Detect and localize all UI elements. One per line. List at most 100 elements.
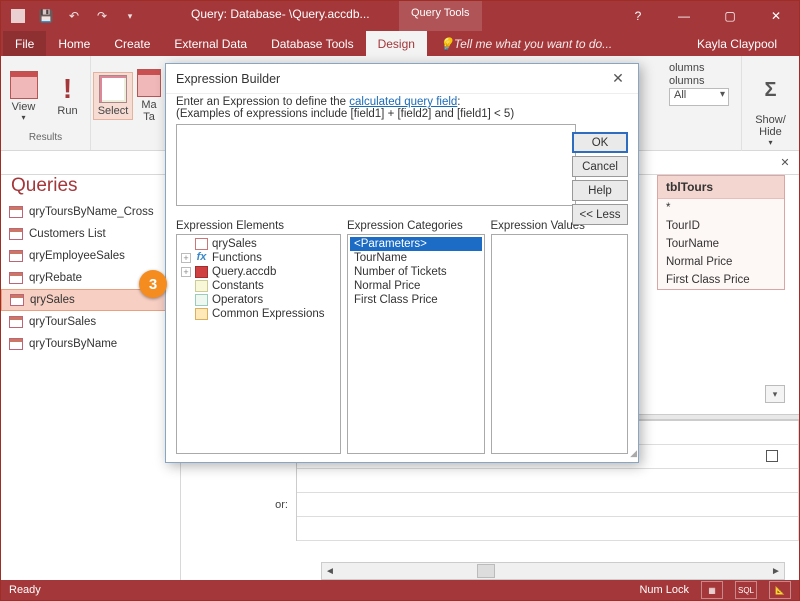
tree-constants[interactable]: Constants: [179, 279, 338, 293]
tree-functions[interactable]: +fxFunctions: [179, 251, 338, 265]
field-normal-price[interactable]: Normal Price: [658, 253, 784, 271]
expression-elements-tree[interactable]: qrySales +fxFunctions +Query.accdb Const…: [176, 234, 341, 454]
tab-create[interactable]: Create: [102, 31, 162, 56]
category-parameters[interactable]: <Parameters>: [350, 237, 482, 251]
expression-values-list[interactable]: [491, 234, 629, 454]
return-selector[interactable]: All: [669, 88, 729, 106]
view-design-icon[interactable]: 📐: [769, 581, 791, 599]
common-icon: [195, 308, 208, 320]
minimize-button[interactable]: ―: [661, 1, 707, 31]
dialog-title-bar[interactable]: Expression Builder ✕: [166, 64, 638, 94]
resize-grip-icon[interactable]: ◢: [630, 448, 635, 459]
elements-label: Expression Elements: [176, 220, 341, 232]
columns-stack: olumns olumns All: [669, 62, 729, 106]
operators-icon: [195, 294, 208, 306]
tab-home[interactable]: Home: [46, 31, 102, 56]
table-tbltours[interactable]: tblTours * TourID TourName Normal Price …: [657, 175, 785, 290]
dialog-close-button[interactable]: ✕: [608, 70, 628, 87]
show-hide-button[interactable]: Show/ Hide▾: [751, 114, 791, 147]
horizontal-scrollbar[interactable]: ◄►: [321, 562, 785, 580]
nav-header[interactable]: Queries: [1, 175, 180, 201]
nav-item-qrytoursales[interactable]: qryTourSales: [1, 311, 180, 333]
field-star[interactable]: *: [658, 199, 784, 217]
category-normal-price[interactable]: Normal Price: [350, 279, 482, 293]
dialog-intro: Enter an Expression to define the calcul…: [176, 96, 628, 108]
status-numlock: Num Lock: [639, 584, 689, 596]
return-value: All: [674, 89, 686, 101]
category-tourname[interactable]: TourName: [350, 251, 482, 265]
tree-operators[interactable]: Operators: [179, 293, 338, 307]
expand-icon[interactable]: +: [181, 267, 191, 277]
or-label: or:: [205, 493, 297, 517]
expression-builder-dialog: Expression Builder ✕ Enter an Expression…: [165, 63, 639, 463]
view-sql-icon[interactable]: SQL: [735, 581, 757, 599]
help-button[interactable]: Help: [572, 180, 628, 201]
field-first-class-price[interactable]: First Class Price: [658, 271, 784, 289]
query-icon: [10, 294, 24, 306]
restore-button[interactable]: ▢: [707, 1, 753, 31]
cancel-button[interactable]: Cancel: [572, 156, 628, 177]
make-table-button[interactable]: MaTa: [137, 69, 161, 123]
select-label: Select: [98, 105, 129, 117]
nav-item-qryemployeesales[interactable]: qryEmployeeSales: [1, 245, 180, 267]
field-tourid[interactable]: TourID: [658, 217, 784, 235]
run-label: Run: [57, 105, 77, 117]
sigma-icon: Σ: [757, 76, 785, 104]
contextual-tab-label: Query Tools: [399, 1, 482, 31]
tab-file[interactable]: File: [3, 31, 46, 56]
grid-cell[interactable]: [297, 517, 799, 541]
expression-input[interactable]: [176, 124, 576, 206]
run-button[interactable]: !Run: [48, 75, 88, 117]
table-header: tblTours: [658, 176, 784, 199]
expand-icon[interactable]: +: [181, 253, 191, 263]
nav-item-customers-list[interactable]: Customers List: [1, 223, 180, 245]
user-name[interactable]: Kayla Claypool: [685, 31, 789, 56]
tell-me-search[interactable]: 💡 Tell me what you want to do...: [427, 31, 624, 56]
undo-icon[interactable]: ↶: [63, 5, 85, 27]
category-first-class-price[interactable]: First Class Price: [350, 293, 482, 307]
redo-icon[interactable]: ↷: [91, 5, 113, 27]
ok-button[interactable]: OK: [572, 132, 628, 153]
category-number-of-tickets[interactable]: Number of Tickets: [350, 265, 482, 279]
tree-common-expressions[interactable]: Common Expressions: [179, 307, 338, 321]
tell-me-label: Tell me what you want to do...: [454, 37, 612, 51]
query-icon: [195, 238, 208, 250]
constants-icon: [195, 280, 208, 292]
tree-database[interactable]: +Query.accdb: [179, 265, 338, 279]
close-document-button[interactable]: ✕: [777, 155, 793, 171]
expression-categories-list[interactable]: <Parameters> TourName Number of Tickets …: [347, 234, 485, 454]
view-label: View: [12, 101, 36, 113]
navigation-pane: Queries qryToursByName_Cross Customers L…: [1, 175, 181, 580]
combobox-dropdown-icon[interactable]: ▾: [765, 385, 785, 403]
insert-columns[interactable]: olumns: [669, 62, 729, 74]
qat-dropdown-icon[interactable]: ▾: [119, 5, 141, 27]
query-icon: [9, 206, 23, 218]
grid-cell[interactable]: [297, 493, 799, 517]
query-icon: [9, 316, 23, 328]
tab-external-data[interactable]: External Data: [162, 31, 259, 56]
select-query-button[interactable]: Select: [93, 72, 133, 120]
save-icon[interactable]: 💾: [35, 5, 57, 27]
title-bar: 💾 ↶ ↷ ▾ Query: Database- \Query.accdb...…: [1, 1, 799, 31]
show-checkbox[interactable]: [766, 450, 778, 462]
nav-item-qrytoursbyname[interactable]: qryToursByName: [1, 333, 180, 355]
grid-cell[interactable]: [297, 469, 799, 493]
help-button[interactable]: ?: [615, 1, 661, 31]
less-button[interactable]: << Less: [572, 204, 628, 225]
calculated-query-field-link[interactable]: calculated query field: [349, 96, 457, 108]
tab-database-tools[interactable]: Database Tools: [259, 31, 366, 56]
tree-qrysales[interactable]: qrySales: [179, 237, 338, 251]
tab-design[interactable]: Design: [366, 31, 427, 56]
field-tourname[interactable]: TourName: [658, 235, 784, 253]
make-label: Ma: [141, 99, 156, 111]
show-hide-label: Show/ Hide: [755, 114, 786, 138]
dialog-title: Expression Builder: [176, 72, 280, 86]
query-icon: [9, 250, 23, 262]
view-button[interactable]: View▾: [4, 71, 44, 122]
close-button[interactable]: ✕: [753, 1, 799, 31]
totals-button[interactable]: Σ: [751, 76, 791, 104]
delete-columns[interactable]: olumns: [669, 75, 729, 87]
nav-item-qrytoursbyname-cross[interactable]: qryToursByName_Cross: [1, 201, 180, 223]
categories-label: Expression Categories: [347, 220, 485, 232]
view-datasheet-icon[interactable]: ▦: [701, 581, 723, 599]
